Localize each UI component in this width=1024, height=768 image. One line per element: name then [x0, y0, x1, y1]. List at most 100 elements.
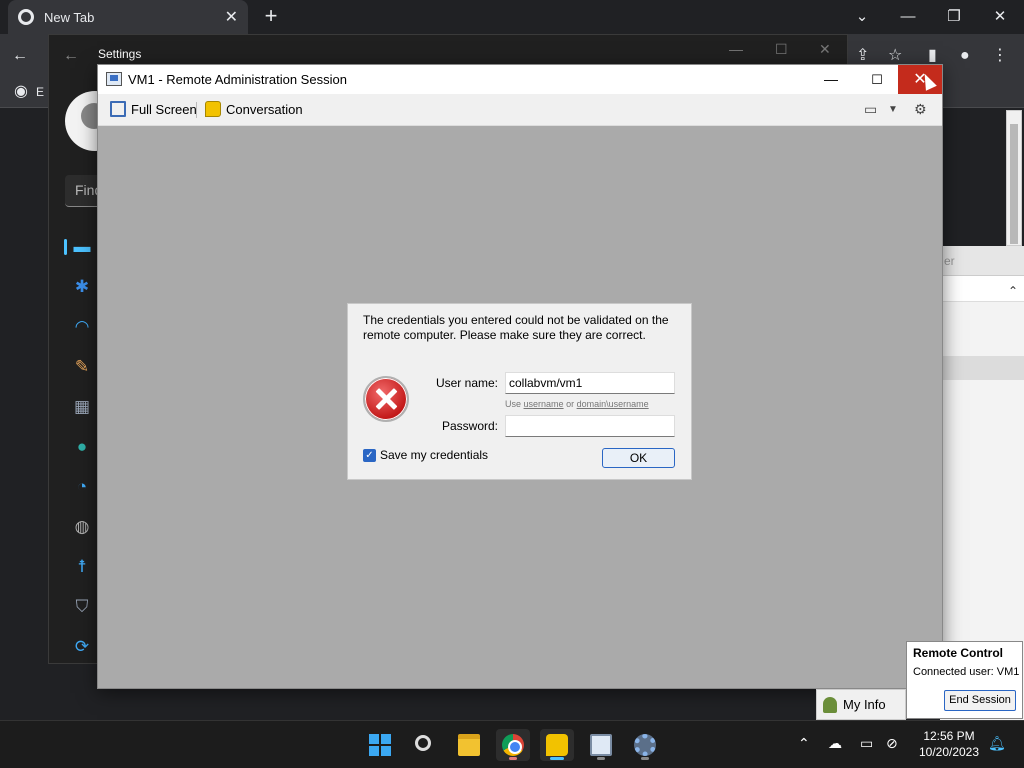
save-credentials-checkbox[interactable]: ✓ Save my credentials [363, 448, 488, 462]
personalization-icon[interactable]: ✎ [67, 355, 97, 379]
password-field[interactable] [505, 415, 675, 437]
running-indicator [641, 757, 649, 760]
chrome-restore-button[interactable]: ❐ [934, 4, 974, 30]
chat-icon [205, 101, 221, 117]
error-message: The credentials you entered could not be… [363, 313, 669, 342]
running-indicator [509, 757, 517, 760]
maximize-button[interactable]: ☐ [854, 65, 900, 94]
chat-icon [546, 734, 568, 756]
tab-search-dropdown-icon[interactable]: ⌄ [842, 4, 882, 30]
chrome-minimize-button[interactable]: — [888, 4, 928, 30]
start-button[interactable] [363, 729, 397, 761]
network-icon[interactable]: ◠ [67, 315, 97, 339]
ok-button[interactable]: OK [602, 448, 675, 468]
notification-bell-icon[interactable]: 🔔︎ [988, 735, 1006, 752]
remote-control-popup: Remote Control Connected user: VM1 End S… [906, 641, 1023, 719]
settings-gear-icon[interactable]: ⚙ [914, 101, 927, 118]
minimize-button[interactable]: — [808, 65, 854, 94]
chrome-tab-bar: New Tab ✕ + ⌄ — ❐ ✕ [0, 0, 1024, 34]
save-credentials-label: Save my credentials [380, 448, 489, 462]
time-language-icon[interactable]: ◔ [67, 475, 97, 499]
display-icon[interactable]: ▭ [864, 101, 877, 118]
person-icon [823, 696, 837, 713]
monitor-icon [590, 734, 612, 756]
clock-time: 12:56 PM [923, 729, 975, 743]
accessibility-icon[interactable]: ☨ [67, 555, 97, 579]
hint-domain-link: domain\username [576, 399, 649, 409]
star-icon[interactable]: ☆ [888, 46, 902, 66]
chevron-up-icon[interactable]: ⌃ [1008, 284, 1018, 298]
bookmark-favicon-icon: ◉ [14, 83, 28, 100]
accounts-icon[interactable]: ● [67, 435, 97, 459]
taskbar-settings[interactable] [628, 729, 662, 761]
panel-header-text: er [944, 254, 955, 268]
taskbar-file-explorer[interactable] [452, 729, 486, 761]
tab-title: New Tab [44, 9, 95, 25]
chrome-icon [502, 734, 524, 756]
taskbar-remote-app[interactable] [584, 729, 618, 761]
username-field[interactable]: collabvm/vm1 [505, 372, 675, 394]
panel-row-selected[interactable] [940, 356, 1024, 380]
credentials-dialog: The credentials you entered could not be… [347, 303, 692, 480]
folder-icon [458, 734, 480, 756]
full-screen-label: Full Screen [131, 101, 197, 117]
back-arrow-icon[interactable]: ← [63, 47, 79, 65]
session-toolbar: Full Screen Conversation ▭ ▼ ⚙ [98, 94, 942, 126]
side-panel-icon[interactable]: ▮ [928, 46, 937, 66]
hint-username-link: username [523, 399, 564, 409]
bluetooth-icon[interactable]: ✱ [67, 275, 97, 299]
connected-user-text: Connected user: VM1 [913, 666, 1020, 678]
hint-prefix: Use [505, 399, 522, 409]
full-screen-icon [110, 101, 126, 117]
windows-start-icon [369, 734, 391, 756]
gaming-icon[interactable]: ◍ [67, 515, 97, 539]
my-info-button[interactable]: My Info [816, 689, 906, 720]
checkbox-checked-icon[interactable]: ✓ [363, 448, 376, 462]
onedrive-icon[interactable]: ☁ [828, 735, 842, 752]
tab-close-icon[interactable]: ✕ [225, 7, 238, 27]
settings-close-icon[interactable]: ✕ [819, 41, 831, 58]
password-label: Password: [441, 419, 498, 433]
tab-new-tab[interactable]: New Tab ✕ [8, 0, 248, 34]
menu-dots-icon[interactable]: ⋮ [992, 46, 1008, 66]
taskbar-search-button[interactable] [408, 729, 442, 761]
active-indicator [550, 757, 564, 760]
error-icon [363, 376, 409, 422]
scrollbar-thumb[interactable] [1010, 124, 1018, 244]
taskbar-conversation-app[interactable] [540, 729, 574, 761]
window-title-bar[interactable]: VM1 - Remote Administration Session — ☐ … [98, 65, 942, 94]
remote-control-title: Remote Control [913, 646, 1003, 660]
username-label: User name: [435, 376, 498, 390]
username-hint: Use username or domain\username [505, 399, 649, 409]
window-title: VM1 - Remote Administration Session [128, 72, 347, 87]
share-icon[interactable]: ⇪ [856, 46, 869, 66]
search-icon [415, 735, 431, 751]
taskbar-clock[interactable]: 12:56 PM 10/20/2023 [912, 728, 986, 760]
network-disconnected-icon[interactable]: ⊘ [886, 735, 898, 752]
profile-icon[interactable]: ● [960, 46, 970, 66]
bookmark-item[interactable]: E [36, 82, 44, 102]
full-screen-button[interactable]: Full Screen [110, 101, 197, 117]
my-info-label: My Info [843, 697, 886, 712]
conversation-button[interactable]: Conversation [205, 101, 303, 117]
system-icon[interactable]: ▬ [67, 235, 97, 259]
running-indicator [597, 757, 605, 760]
windows-update-icon[interactable]: ⟳ [67, 635, 97, 659]
end-session-button[interactable]: End Session [944, 690, 1016, 711]
gear-icon [634, 734, 656, 756]
chevron-up-icon[interactable]: ⌃ [798, 735, 810, 752]
chevron-down-icon[interactable]: ▼ [888, 104, 898, 115]
chrome-close-button[interactable]: ✕ [980, 4, 1020, 30]
apps-icon[interactable]: ▦ [67, 395, 97, 419]
back-arrow-icon[interactable]: ← [12, 46, 28, 66]
privacy-shield-icon[interactable]: ⛉ [67, 595, 97, 619]
clock-date: 10/20/2023 [918, 745, 980, 759]
taskbar-chrome[interactable] [496, 729, 530, 761]
taskbar: ⌃ ☁ ▭ ⊘ 12:56 PM 10/20/2023 🔔︎ [0, 720, 1024, 768]
display-tray-icon[interactable]: ▭ [860, 735, 873, 752]
settings-maximize-icon[interactable]: ☐ [775, 41, 788, 58]
remote-session-icon [106, 72, 122, 86]
toolbar-divider [196, 102, 197, 118]
settings-minimize-icon[interactable]: — [729, 41, 743, 57]
new-tab-button[interactable]: + [258, 4, 284, 30]
